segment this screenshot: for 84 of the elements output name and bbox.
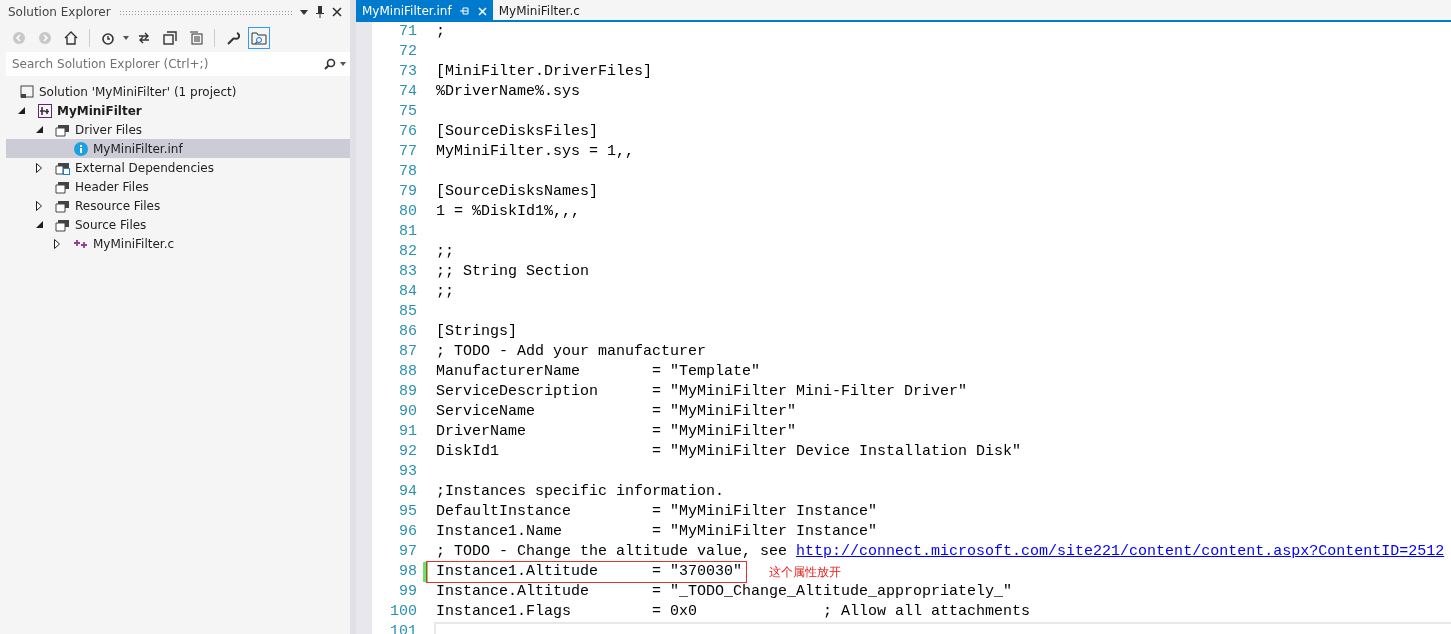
- search-icon[interactable]: [324, 58, 336, 70]
- info-icon: [73, 140, 89, 157]
- code-line: [SourceDisksNames]: [436, 182, 599, 202]
- line-number: 75: [398, 102, 417, 122]
- code-line: ManufacturerName = "Template": [436, 362, 761, 382]
- tree-item[interactable]: MyMiniFilter.inf: [6, 139, 350, 158]
- line-number: 85: [398, 302, 417, 322]
- tree-item[interactable]: Solution 'MyMiniFilter' (1 project): [6, 82, 350, 101]
- code-line: [Strings]: [436, 322, 517, 342]
- code-line: ;;: [436, 282, 454, 302]
- line-number: 90: [398, 402, 417, 422]
- line-number: 77: [398, 142, 417, 162]
- line-number: 98: [398, 562, 417, 582]
- tree-item[interactable]: Header Files: [6, 177, 350, 196]
- code-line: Instance.Altitude = "_TODO_Change_Altitude_appropriately_": [436, 582, 1013, 602]
- tree-item[interactable]: Source Files: [6, 215, 350, 234]
- collapsed-arrow-icon[interactable]: [36, 162, 42, 173]
- line-number: 72: [398, 42, 417, 62]
- line-number: 86: [398, 322, 417, 342]
- code-line: DefaultInstance = "MyMiniFilter Instance": [436, 502, 878, 522]
- expanded-arrow-icon[interactable]: [36, 221, 43, 228]
- line-number: 74: [398, 82, 417, 102]
- line-number: 99: [398, 582, 417, 602]
- line-number: 89: [398, 382, 417, 402]
- line-number: 83: [398, 262, 417, 282]
- panel-title: Solution Explorer: [8, 4, 111, 21]
- caret-icon[interactable]: [123, 36, 129, 40]
- code-line: ;;: [436, 242, 454, 262]
- line-number: 94: [398, 482, 417, 502]
- caret-icon[interactable]: [340, 62, 346, 66]
- dropdown-icon[interactable]: [300, 9, 308, 15]
- line-number: 79: [398, 182, 417, 202]
- code-line: %DriverName%.sys: [436, 82, 581, 102]
- search-input[interactable]: Search Solution Explorer (Ctrl+;): [10, 54, 324, 74]
- pin-icon[interactable]: [316, 6, 324, 18]
- line-number: 78: [398, 162, 417, 182]
- collapsed-arrow-icon[interactable]: [54, 238, 60, 249]
- url-link[interactable]: http://connect.microsoft.com/site221/content/content.aspx?ContentID=2512: [796, 542, 1445, 562]
- expanded-arrow-icon[interactable]: [36, 126, 43, 133]
- line-number: 96: [398, 522, 417, 542]
- code-line: [SourceDisksFiles]: [436, 122, 599, 142]
- line-number: 100: [389, 602, 417, 622]
- code-line: ;; String Section: [436, 262, 590, 282]
- line-number: 71: [398, 22, 417, 42]
- code-line: 1 = %DiskId1%,,,: [436, 202, 581, 222]
- line-number: 95: [398, 502, 417, 522]
- solution-icon: [19, 83, 35, 100]
- line-number: 91: [398, 422, 417, 442]
- tree-item[interactable]: External Dependencies: [6, 158, 350, 177]
- line-number: 82: [398, 242, 417, 262]
- line-number: 87: [398, 342, 417, 362]
- code-line: MyMiniFilter.sys = 1,,: [436, 142, 635, 162]
- code-line: Instance1.Name = "MyMiniFilter Instance": [436, 522, 878, 542]
- line-number: 93: [398, 462, 417, 482]
- project-icon: [37, 102, 53, 119]
- line-number: 97: [398, 542, 417, 562]
- file-tab[interactable]: MyMiniFilter.c: [492, 0, 586, 22]
- code-line: ServiceDescription = "MyMiniFilter Mini-Filter Driver": [436, 382, 968, 402]
- code-line: ServiceName = "MyMiniFilter": [436, 402, 797, 422]
- expanded-arrow-icon[interactable]: [18, 107, 25, 114]
- line-number: 92: [398, 442, 417, 462]
- collapsed-arrow-icon[interactable]: [36, 200, 42, 211]
- line-number: 81: [398, 222, 417, 242]
- tree-item[interactable]: MyMiniFilter: [6, 101, 350, 120]
- line-number: 76: [398, 122, 417, 142]
- line-number: 73: [398, 62, 417, 82]
- preview-icon[interactable]: [248, 27, 270, 49]
- annotation-note: 这个属性放开: [769, 564, 842, 581]
- code-line: Instance1.Flags = 0x0 ; Allow all attachments: [436, 602, 1031, 622]
- code-line: ; TODO - Change the altitude value, see: [436, 542, 789, 562]
- code-line: ; TODO - Add your manufacturer: [436, 342, 707, 362]
- code-line: DriverName = "MyMiniFilter": [436, 422, 797, 442]
- line-number: 84: [398, 282, 417, 302]
- tree-item[interactable]: Resource Files: [6, 196, 350, 215]
- tree-item[interactable]: MyMiniFilter.c: [6, 234, 350, 253]
- code-line: ;: [436, 22, 445, 42]
- code-line: DiskId1 = "MyMiniFilter Device Installation Disk": [436, 442, 1022, 462]
- tree-item[interactable]: Driver Files: [6, 120, 350, 139]
- close-icon[interactable]: [332, 7, 342, 17]
- code-line: [MiniFilter.DriverFiles]: [436, 62, 653, 82]
- line-number: 88: [398, 362, 417, 382]
- line-number: 80: [398, 202, 417, 222]
- code-line: ;Instances specific information.: [436, 482, 725, 502]
- search-field[interactable]: Search Solution Explorer (Ctrl+;): [6, 52, 350, 76]
